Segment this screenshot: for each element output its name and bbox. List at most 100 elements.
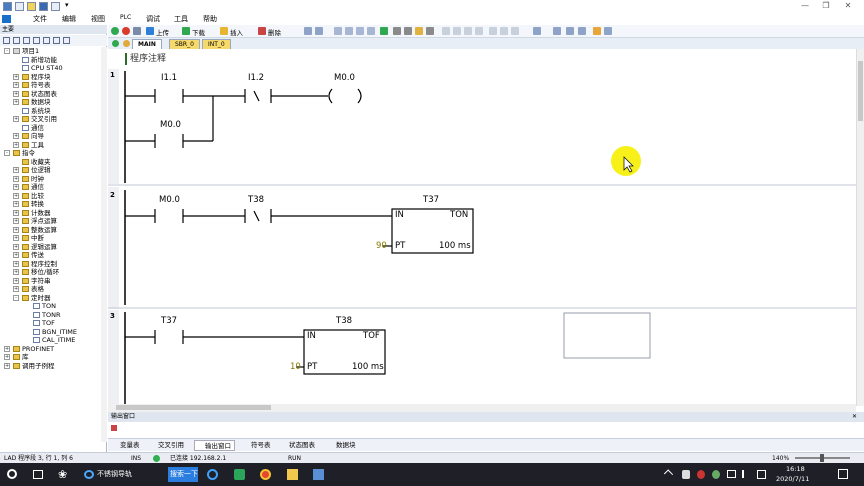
- timer-name[interactable]: T37: [423, 195, 439, 205]
- menu-edit[interactable]: 编辑: [62, 14, 76, 24]
- tree-node[interactable]: CAL_ITIME: [33, 336, 75, 344]
- rung-line-icon[interactable]: [475, 27, 483, 35]
- tree-tool-icon[interactable]: [53, 37, 60, 44]
- tree-tool-icon[interactable]: [43, 37, 50, 44]
- upload-icon[interactable]: [146, 27, 154, 35]
- tree-node[interactable]: + 整数运算: [13, 226, 57, 234]
- tree-node[interactable]: + 程序块: [13, 73, 51, 81]
- expand-icon[interactable]: +: [13, 226, 19, 233]
- restore-button[interactable]: ❐: [820, 1, 832, 11]
- contact-label[interactable]: M0.0: [159, 195, 180, 205]
- view-icon[interactable]: [566, 27, 574, 35]
- tree-tool-icon[interactable]: [13, 37, 20, 44]
- tab-output-window[interactable]: 输出窗口: [194, 440, 235, 451]
- menu-file[interactable]: 文件: [33, 14, 47, 24]
- rung-line-icon[interactable]: [442, 27, 450, 35]
- delete-label[interactable]: 删除: [268, 27, 281, 37]
- tab-cross-reference[interactable]: 交叉引用: [148, 440, 187, 451]
- menu-help[interactable]: 帮助: [203, 14, 217, 24]
- monitor-icon[interactable]: [304, 27, 312, 35]
- pt-value[interactable]: 90: [376, 241, 387, 251]
- tree-node[interactable]: + 符号表: [13, 81, 51, 89]
- contact-label[interactable]: M0.0: [160, 120, 181, 130]
- expand-icon[interactable]: +: [13, 99, 19, 105]
- contact-label[interactable]: T38: [248, 195, 264, 205]
- ladder-editor[interactable]: 程序注释 1 2 3 I1.1 I1.2 M0.0 M0.0 M0.0 T38 …: [108, 49, 856, 404]
- insert-label[interactable]: 插入: [230, 27, 243, 37]
- expand-icon[interactable]: +: [13, 269, 19, 275]
- tree-node[interactable]: TONR: [33, 311, 60, 319]
- coil-icon[interactable]: [500, 27, 508, 35]
- folder-icon[interactable]: [287, 469, 298, 480]
- tree-tool-icon[interactable]: [23, 37, 30, 44]
- expand-icon[interactable]: +: [13, 184, 19, 190]
- editor-horizontal-scrollbar[interactable]: [108, 404, 856, 412]
- tree-node[interactable]: + 工具: [13, 141, 44, 149]
- menu-plc[interactable]: PLC: [120, 14, 131, 21]
- tree-node[interactable]: + 数据块: [13, 98, 51, 106]
- view-icon[interactable]: [553, 27, 561, 35]
- delete-icon[interactable]: [258, 27, 266, 35]
- bookmark-icon[interactable]: [393, 27, 401, 35]
- tree-node[interactable]: + 计数器: [13, 209, 51, 217]
- menu-debug[interactable]: 调试: [146, 14, 160, 24]
- minimize-button[interactable]: —: [799, 1, 811, 11]
- tool-icon[interactable]: [604, 27, 612, 35]
- tree-node[interactable]: - 项目1: [4, 47, 39, 55]
- view-icon[interactable]: [578, 27, 586, 35]
- cortana-icon[interactable]: [7, 469, 17, 479]
- menu-tools[interactable]: 工具: [174, 14, 188, 24]
- tree-node[interactable]: TOF: [33, 319, 55, 327]
- tab-variable-table[interactable]: 变量表: [110, 440, 143, 451]
- timer-name[interactable]: T38: [336, 316, 352, 326]
- tree-node[interactable]: + 移位/循环: [13, 268, 59, 276]
- tree-tool-icon[interactable]: [3, 37, 10, 44]
- network-icon[interactable]: [356, 27, 364, 35]
- network-icon[interactable]: [334, 27, 342, 35]
- tree-node[interactable]: + 向导: [13, 132, 44, 140]
- chrome-icon[interactable]: [260, 469, 271, 480]
- tree-node[interactable]: 新增功能: [22, 56, 57, 64]
- tray-expand-icon[interactable]: [663, 469, 674, 479]
- tree-node[interactable]: 系统块: [22, 107, 51, 115]
- tree-node[interactable]: + 位逻辑: [13, 166, 51, 174]
- app-icon[interactable]: [207, 469, 218, 480]
- tray-icon[interactable]: [697, 470, 705, 479]
- download-label[interactable]: 下载: [192, 27, 205, 37]
- app-icon[interactable]: [234, 469, 245, 480]
- tray-icon[interactable]: [682, 470, 690, 479]
- expand-icon[interactable]: +: [13, 252, 19, 258]
- taskbar-window-title[interactable]: 不锈钢导轨: [97, 467, 132, 482]
- view-icon[interactable]: [533, 27, 541, 35]
- expand-icon[interactable]: +: [13, 260, 19, 267]
- clock-date[interactable]: 2020/7/11: [776, 475, 809, 483]
- expand-icon[interactable]: +: [13, 218, 19, 224]
- expand-icon[interactable]: +: [13, 192, 19, 199]
- tree-node[interactable]: - 定时器: [13, 294, 51, 302]
- bookmark-icon[interactable]: [426, 27, 434, 35]
- clock-time[interactable]: 16:18: [786, 465, 805, 473]
- tree-node[interactable]: + 逻辑运算: [13, 243, 57, 251]
- expand-icon[interactable]: +: [13, 82, 19, 88]
- task-view-icon[interactable]: [33, 470, 43, 479]
- tree-node[interactable]: + 时钟: [13, 175, 44, 183]
- tree-node[interactable]: + 状态图表: [13, 90, 57, 98]
- tree-node[interactable]: + 浮点运算: [13, 217, 57, 225]
- tree-node[interactable]: + PROFINET: [4, 345, 54, 353]
- project-tree-scrollbar[interactable]: [101, 47, 107, 442]
- pt-value[interactable]: 10: [290, 362, 301, 372]
- expand-icon[interactable]: +: [13, 209, 19, 216]
- tree-tool-icon[interactable]: [63, 37, 70, 44]
- new-file-icon[interactable]: [15, 2, 24, 11]
- tree-tool-icon[interactable]: [33, 37, 40, 44]
- expand-icon[interactable]: +: [13, 235, 19, 241]
- tree-node[interactable]: - 指令: [4, 149, 35, 157]
- tab-int0[interactable]: INT_0: [202, 39, 231, 49]
- expand-icon[interactable]: +: [13, 167, 19, 173]
- tab-sbr0[interactable]: SBR_0: [169, 39, 200, 49]
- tree-node[interactable]: + 比较: [13, 192, 44, 200]
- box-icon[interactable]: [511, 27, 519, 35]
- contact-label[interactable]: I1.2: [248, 73, 264, 83]
- collapse-icon[interactable]: -: [4, 48, 10, 54]
- tree-node[interactable]: BGN_ITIME: [33, 328, 77, 336]
